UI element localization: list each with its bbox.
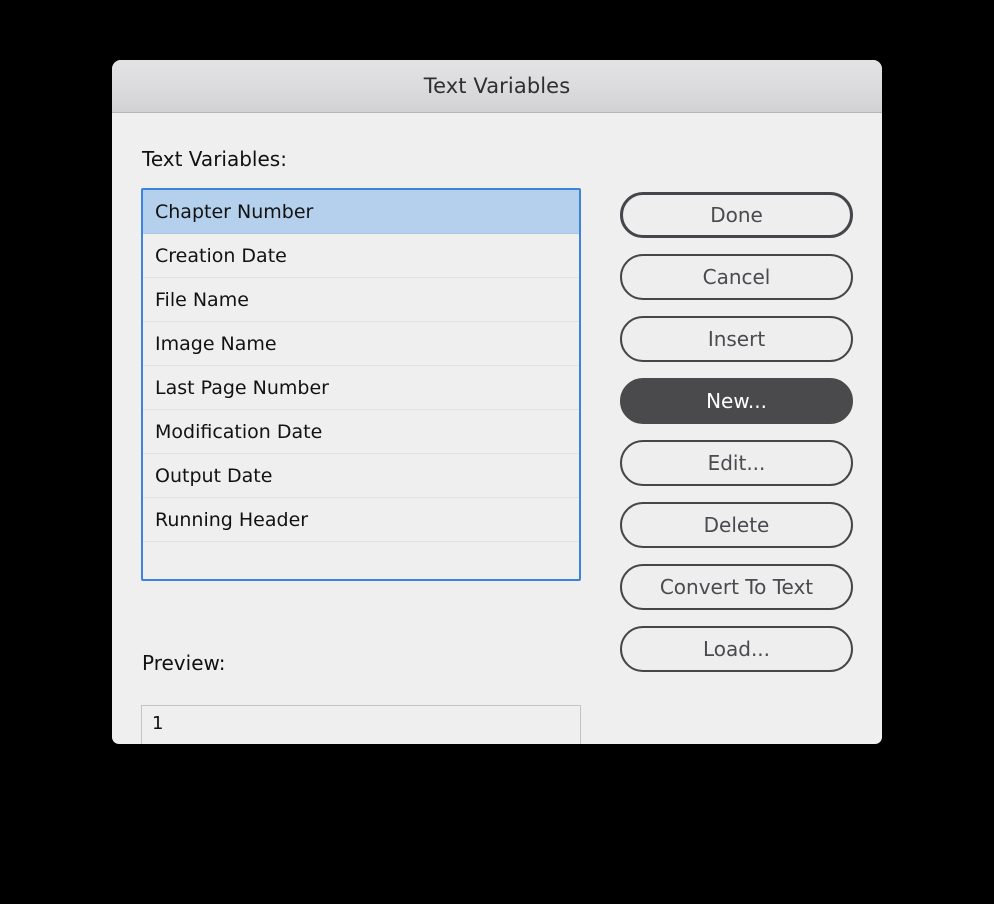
delete-button[interactable]: Delete: [620, 502, 853, 548]
convert-to-text-button[interactable]: Convert To Text: [620, 564, 853, 610]
list-item[interactable]: Image Name: [143, 322, 579, 366]
preview-value: 1: [152, 713, 164, 734]
list-item[interactable]: Running Header: [143, 498, 579, 542]
list-item[interactable]: Output Date: [143, 454, 579, 498]
list-item[interactable]: Chapter Number: [143, 190, 579, 234]
dialog-title: Text Variables: [423, 74, 571, 98]
text-variables-label: Text Variables:: [142, 147, 287, 171]
text-variables-list[interactable]: Chapter Number Creation Date File Name I…: [141, 188, 581, 581]
load-button[interactable]: Load...: [620, 626, 853, 672]
dialog-content: Text Variables: Chapter Number Creation …: [112, 113, 882, 744]
dialog-button-column: Done Cancel Insert New... Edit... Delete…: [620, 192, 853, 688]
list-item[interactable]: Creation Date: [143, 234, 579, 278]
edit-button[interactable]: Edit...: [620, 440, 853, 486]
new-button[interactable]: New...: [620, 378, 853, 424]
done-button[interactable]: Done: [620, 192, 853, 238]
preview-label: Preview:: [142, 651, 226, 675]
preview-box: 1: [141, 705, 581, 744]
insert-button[interactable]: Insert: [620, 316, 853, 362]
text-variables-dialog: Text Variables Text Variables: Chapter N…: [112, 60, 882, 744]
list-empty-row[interactable]: [143, 542, 579, 579]
list-item[interactable]: File Name: [143, 278, 579, 322]
dialog-titlebar: Text Variables: [112, 60, 882, 113]
list-item[interactable]: Last Page Number: [143, 366, 579, 410]
list-item[interactable]: Modification Date: [143, 410, 579, 454]
cancel-button[interactable]: Cancel: [620, 254, 853, 300]
